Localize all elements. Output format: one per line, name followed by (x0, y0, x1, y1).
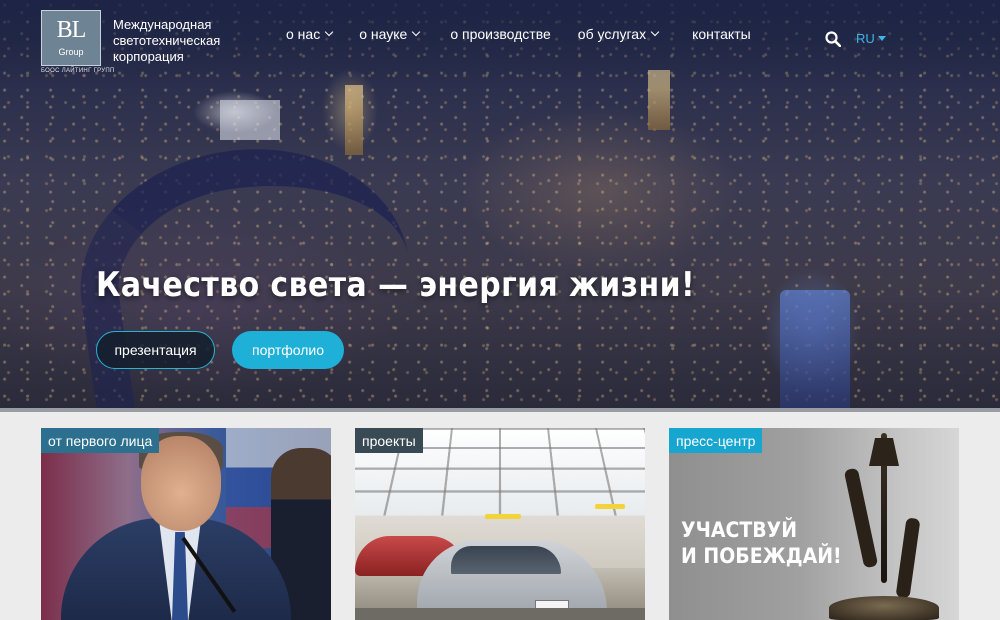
chevron-down-icon (412, 27, 421, 37)
chevron-down-icon (650, 27, 660, 37)
lamp (595, 504, 625, 509)
portfolio-button[interactable]: портфолио (232, 331, 344, 369)
brand-tagline: Международная светотехническая корпораци… (113, 17, 263, 65)
language-label: RU (856, 31, 875, 46)
main-menu: о нас о науке о производстве об услугах … (286, 26, 751, 42)
building (220, 100, 280, 140)
card-label[interactable]: от первого лица (41, 428, 160, 453)
promo-line: УЧАСТВУЙ (681, 518, 798, 542)
language-switcher[interactable]: RU (856, 31, 886, 46)
menu-item-science[interactable]: о науке (359, 26, 421, 42)
card-projects[interactable]: проекты (355, 428, 645, 620)
logo[interactable]: BL Group (41, 10, 101, 66)
menu-item-label: контакты (692, 26, 751, 42)
brand-line: Международная (113, 17, 212, 32)
floor (355, 608, 645, 620)
hero-headline: Качество света — энергия жизни! (96, 265, 696, 305)
search-icon[interactable] (825, 31, 841, 47)
presentation-button[interactable]: презентация (96, 331, 215, 369)
promo-line: И ПОБЕЖДАЙ! (681, 544, 842, 568)
menu-item-label: об услугах (577, 26, 647, 42)
menu-item-about[interactable]: о нас (286, 26, 334, 42)
menu-item-label: о науке (359, 26, 408, 42)
tower (345, 85, 363, 155)
card-label[interactable]: проекты (355, 428, 423, 453)
card-label[interactable]: пресс-центр (669, 428, 763, 453)
menu-item-contacts[interactable]: контакты (692, 26, 751, 42)
divider (0, 408, 1000, 412)
logo-mark: BL (56, 17, 87, 43)
caret-down-icon (877, 36, 886, 41)
menu-item-label: о производстве (450, 26, 551, 42)
card-press-center[interactable]: УЧАСТВУЙ И ПОБЕЖДАЙ! пресс-центр (669, 428, 959, 620)
hero-banner: BL Group БООС ЛАЙТИНГ ГРУПП Международна… (0, 0, 1000, 410)
statuette-image (829, 596, 939, 620)
chevron-down-icon (324, 27, 334, 37)
brand-line: светотехническая (113, 33, 221, 48)
logo-subtitle: БООС ЛАЙТИНГ ГРУПП (41, 68, 115, 74)
skyscraper (780, 290, 850, 410)
card-first-person[interactable]: от первого лица (41, 428, 331, 620)
menu-item-label: о нас (286, 26, 321, 42)
promo-text: УЧАСТВУЙ И ПОБЕЖДАЙ! (681, 517, 842, 569)
logo-group: Group (58, 47, 84, 57)
lamp (485, 514, 521, 519)
menu-item-services[interactable]: об услугах (577, 26, 660, 42)
menu-item-production[interactable]: о производстве (450, 26, 550, 42)
brand-line: корпорация (113, 49, 184, 64)
car-window (451, 546, 561, 574)
